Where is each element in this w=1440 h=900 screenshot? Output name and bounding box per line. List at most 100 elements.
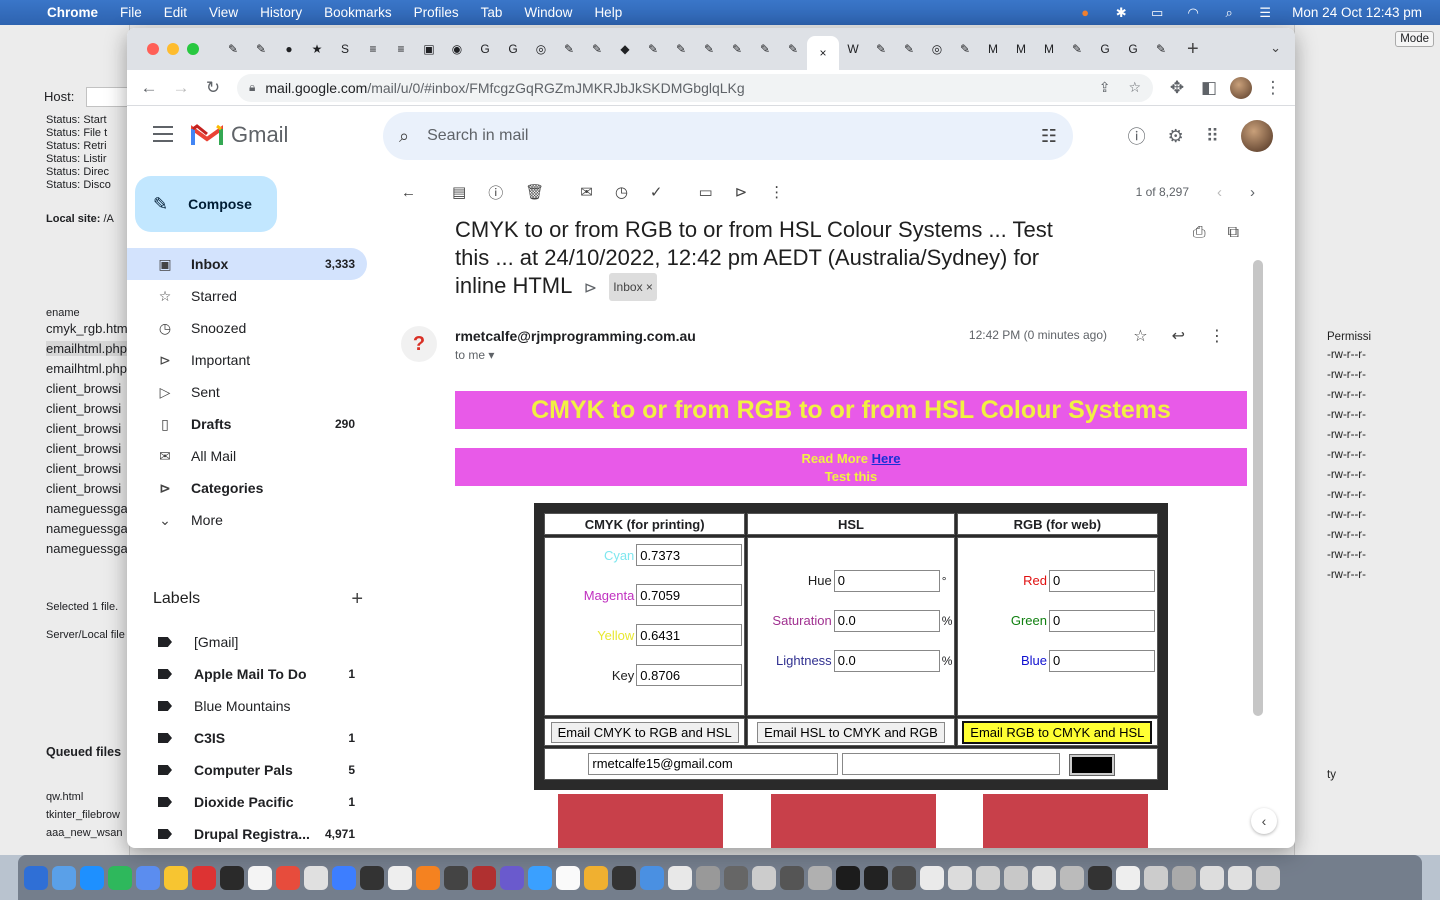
dock-app-icon[interactable]	[780, 865, 804, 890]
new-tab-button[interactable]: +	[1175, 38, 1211, 61]
more-actions-icon[interactable]: ⋮	[769, 183, 784, 201]
dock-app-icon[interactable]	[276, 865, 300, 890]
spotlight-search-icon[interactable]: ⌕	[1220, 5, 1238, 20]
menu-history[interactable]: History	[249, 5, 313, 20]
browser-tab-favicon[interactable]: ✎	[639, 34, 667, 64]
sidebar-item-more[interactable]: ⌄ More	[127, 504, 367, 536]
gmail-logo[interactable]: Gmail	[191, 122, 288, 148]
label-item[interactable]: Blue Mountains	[127, 690, 367, 722]
account-avatar[interactable]	[1241, 120, 1273, 152]
dock-app-icon[interactable]	[248, 865, 272, 890]
dock-app-icon[interactable]	[220, 865, 244, 890]
help-icon[interactable]: ⓘ	[1128, 123, 1146, 149]
side-panel-icon[interactable]: ◧	[1195, 74, 1223, 102]
delete-trash-icon[interactable]: 🗑︎	[525, 183, 544, 201]
snooze-clock-icon[interactable]: ◷	[615, 183, 628, 201]
dock-app-icon[interactable]	[556, 865, 580, 890]
dock-app-icon[interactable]	[388, 865, 412, 890]
sender-address[interactable]: rmetcalfe@rjmprogramming.com.au	[455, 328, 696, 344]
local-file-item[interactable]: client_browsi	[46, 401, 130, 416]
browser-tab-favicon[interactable]: S	[331, 34, 359, 64]
lightness-input[interactable]	[833, 649, 940, 672]
label-item[interactable]: C3IS 1	[127, 722, 367, 754]
sidebar-item-snoozed[interactable]: ◷ Snoozed	[127, 312, 367, 344]
dock-app-icon[interactable]	[444, 865, 468, 890]
dock-app-icon[interactable]	[500, 865, 524, 890]
local-file-item[interactable]: nameguessga	[46, 501, 130, 516]
profile-avatar[interactable]	[1227, 74, 1255, 102]
email-address-input[interactable]	[588, 752, 839, 775]
browser-tab-favicon[interactable]: ✎	[667, 34, 695, 64]
saturation-input[interactable]	[833, 609, 940, 632]
magenta-input[interactable]	[636, 584, 743, 606]
browser-tab-favicon[interactable]: ✎	[951, 34, 979, 64]
add-to-tasks-icon[interactable]: ✓	[650, 183, 663, 201]
open-new-window-icon[interactable]: ⧉	[1228, 224, 1239, 242]
hue-input[interactable]	[833, 569, 940, 592]
search-options-icon[interactable]: ☷	[1041, 126, 1057, 147]
dock-app-icon[interactable]	[696, 865, 720, 890]
dock-app-icon[interactable]	[304, 865, 328, 890]
side-panel-toggle-icon[interactable]: ‹	[1251, 808, 1277, 834]
bottom-file-3[interactable]: aaa_new_wsan	[46, 827, 122, 839]
browser-tab-favicon[interactable]: ≡	[359, 34, 387, 64]
mode-button[interactable]: Mode	[1395, 31, 1434, 47]
email-cmyk-button[interactable]: Email CMYK to RGB and HSL	[550, 721, 739, 743]
sidebar-item-drafts[interactable]: ▯ Drafts 290	[127, 408, 367, 440]
menu-view[interactable]: View	[198, 5, 249, 20]
dock-app-icon[interactable]	[1088, 865, 1112, 890]
label-item[interactable]: Apple Mail To Do 1	[127, 658, 367, 690]
local-file-item[interactable]: client_browsi	[46, 381, 130, 396]
bottom-file-1[interactable]: qw.html	[46, 791, 83, 803]
share-icon[interactable]: ⇪	[1099, 79, 1111, 96]
browser-tab-favicon[interactable]: ✎	[219, 34, 247, 64]
queued-files-tab[interactable]: Queued files	[46, 745, 121, 759]
menu-bookmarks[interactable]: Bookmarks	[313, 5, 403, 20]
dock-app-icon[interactable]	[836, 865, 860, 890]
menu-file[interactable]: File	[109, 5, 153, 20]
email-rgb-button[interactable]: Email RGB to CMYK and HSL	[962, 720, 1153, 744]
settings-gear-icon[interactable]: ⚙	[1168, 126, 1184, 147]
dock-app-icon[interactable]	[332, 865, 356, 890]
sidebar-item-important[interactable]: ⊳ Important	[127, 344, 367, 376]
browser-tab-favicon[interactable]: ◎	[923, 34, 951, 64]
dock-app-icon[interactable]	[52, 865, 76, 890]
local-file-item[interactable]: client_browsi	[46, 461, 130, 476]
dock-app-icon[interactable]	[192, 865, 216, 890]
dock-app-icon[interactable]	[892, 865, 916, 890]
dock-app-icon[interactable]	[1144, 865, 1168, 890]
browser-tab-favicon[interactable]: ✎	[779, 34, 807, 64]
sender-avatar[interactable]: ?	[401, 326, 437, 362]
dock-app-icon[interactable]	[1228, 865, 1252, 890]
browser-tab-favicon[interactable]: ◆	[611, 34, 639, 64]
browser-tab-favicon[interactable]: ◎	[527, 34, 555, 64]
dock-app-icon[interactable]	[1004, 865, 1028, 890]
tab-search-chevron-icon[interactable]: ⌄	[1270, 40, 1281, 56]
dock-app-icon[interactable]	[24, 865, 48, 890]
browser-tab-favicon[interactable]: ✎	[1063, 34, 1091, 64]
remote-permission-cell[interactable]: -rw-r--r-	[1327, 549, 1366, 561]
dock-app-icon[interactable]	[1032, 865, 1056, 890]
move-to-folder-icon[interactable]: ▭	[699, 183, 713, 201]
dock-app-icon[interactable]	[668, 865, 692, 890]
print-icon[interactable]: ⎙	[1193, 224, 1206, 242]
report-spam-icon[interactable]: ⓘ	[488, 182, 503, 203]
remote-permission-cell[interactable]: -rw-r--r-	[1327, 529, 1366, 541]
browser-tab-favicon[interactable]: W	[839, 34, 867, 64]
local-file-item[interactable]: nameguessga	[46, 541, 130, 556]
dock-app-icon[interactable]	[864, 865, 888, 890]
dock-app-icon[interactable]	[1116, 865, 1140, 890]
dock-app-icon[interactable]	[920, 865, 944, 890]
dock-app-icon[interactable]	[164, 865, 188, 890]
dock-app-icon[interactable]	[472, 865, 496, 890]
dock-app-icon[interactable]	[136, 865, 160, 890]
browser-tab-favicon[interactable]: ●	[275, 34, 303, 64]
local-file-item[interactable]: client_browsi	[46, 441, 130, 456]
remote-permission-cell[interactable]: -rw-r--r-	[1327, 489, 1366, 501]
menu-profiles[interactable]: Profiles	[403, 5, 470, 20]
browser-tab-favicon[interactable]: M	[979, 34, 1007, 64]
reply-icon[interactable]: ↩	[1172, 326, 1185, 346]
browser-tab-favicon[interactable]: G	[499, 34, 527, 64]
dock-app-icon[interactable]	[976, 865, 1000, 890]
minimize-window-button[interactable]	[167, 43, 179, 55]
